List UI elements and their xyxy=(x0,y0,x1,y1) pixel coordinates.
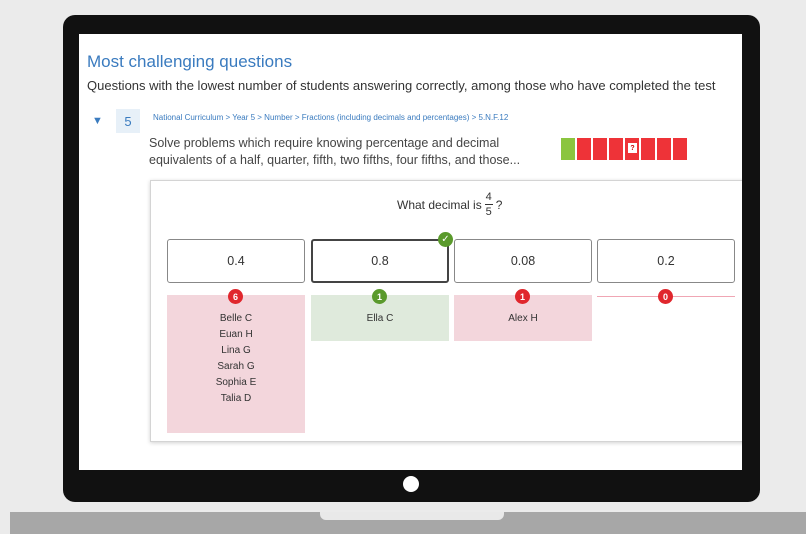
question-description: Solve problems which require knowing per… xyxy=(149,135,549,169)
collapse-toggle-icon[interactable]: ▼ xyxy=(92,115,103,127)
heatmap-cell-wrong xyxy=(673,138,687,160)
heatmap-cell-wrong xyxy=(577,138,591,160)
page-title: Most challenging questions xyxy=(87,52,293,71)
student-name: Sarah G xyxy=(217,361,255,372)
fraction-numerator: 4 xyxy=(485,191,492,203)
answer-d-count-badge: 0 xyxy=(658,289,673,304)
question-card: What decimal is 4 5 ? 0.4 Belle C Euan H… xyxy=(150,180,742,442)
unknown-marker: ? xyxy=(628,143,637,153)
answer-a-count-badge: 6 xyxy=(228,289,243,304)
student-name: Belle C xyxy=(219,313,253,324)
prompt-fraction: 4 5 xyxy=(484,191,493,218)
heatmap-cell-correct xyxy=(561,138,575,160)
heatmap-cell-wrong xyxy=(657,138,671,160)
heatmap-cell-wrong xyxy=(609,138,623,160)
student-name: Sophia E xyxy=(215,377,257,388)
student-name: Lina G xyxy=(221,345,251,356)
fraction-bar xyxy=(484,204,493,205)
student-name: Talia D xyxy=(220,393,252,404)
question-description-line-1: Solve problems which require knowing per… xyxy=(149,136,500,150)
answer-option-d[interactable]: 0.2 xyxy=(597,239,735,283)
heatmap-cell-unknown: ? xyxy=(625,138,639,160)
prompt-suffix: ? xyxy=(495,197,503,212)
laptop-base-notch xyxy=(320,512,504,520)
answer-option-b[interactable]: 0.8 xyxy=(311,239,449,283)
student-name: Alex H xyxy=(508,313,538,324)
question-number: 5 xyxy=(116,109,140,133)
prompt-text: What decimal is xyxy=(397,197,482,212)
student-name: Euan H xyxy=(219,329,253,340)
answer-b-count-badge: 1 xyxy=(372,289,387,304)
screen: Most challenging questions Questions wit… xyxy=(79,34,742,470)
answer-option-a[interactable]: 0.4 xyxy=(167,239,305,283)
heatmap-cell-wrong xyxy=(641,138,655,160)
answer-a-students: Belle C Euan H Lina G Sarah G Sophia E T… xyxy=(167,295,305,433)
answer-option-c[interactable]: 0.08 xyxy=(454,239,592,283)
student-name: Ella C xyxy=(366,313,394,324)
page-subtitle: Questions with the lowest number of stud… xyxy=(87,78,716,93)
answer-c-count-badge: 1 xyxy=(515,289,530,304)
question-prompt: What decimal is 4 5 ? xyxy=(397,191,502,218)
correct-check-icon: ✓ xyxy=(438,232,453,247)
curriculum-breadcrumb: National Curriculum > Year 5 > Number > … xyxy=(153,113,509,122)
question-description-line-2: equivalents of a half, quarter, fifth, t… xyxy=(149,153,521,167)
heatmap-cell-wrong xyxy=(593,138,607,160)
results-heatmap: ? xyxy=(561,138,687,160)
laptop-home-button xyxy=(403,476,419,492)
fraction-denominator: 5 xyxy=(485,206,492,218)
